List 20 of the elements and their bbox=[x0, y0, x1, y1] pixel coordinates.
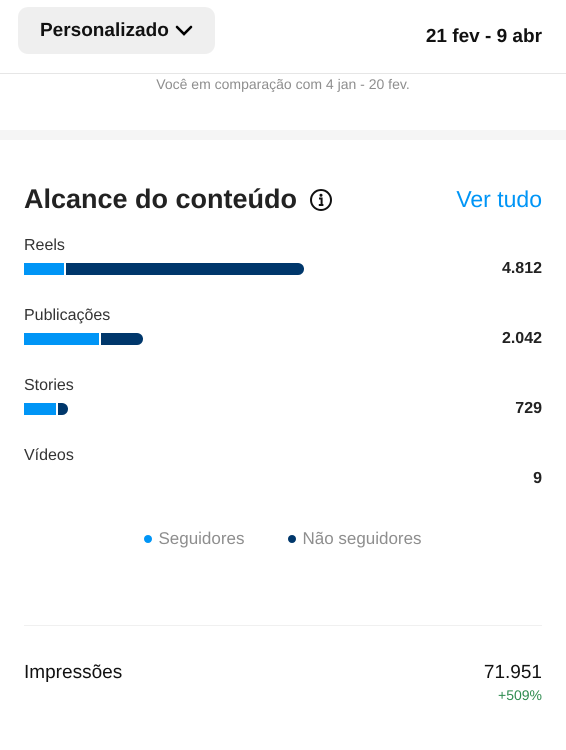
stacked-bar bbox=[24, 403, 68, 415]
content-type-label: Stories bbox=[24, 377, 75, 395]
date-range: 21 fev - 9 abr bbox=[426, 26, 542, 48]
content-type-label: Publicações bbox=[24, 307, 112, 325]
reach-value: 9 bbox=[533, 470, 542, 488]
reach-value: 729 bbox=[515, 400, 542, 418]
reach-value: 2.042 bbox=[502, 330, 542, 348]
change-percent: +509% bbox=[498, 687, 542, 703]
comparison-note: Você em comparação com 4 jan - 20 fev. bbox=[155, 76, 411, 94]
impressions-value: 71.951 bbox=[484, 662, 542, 684]
reach-value: 4.812 bbox=[502, 260, 542, 278]
legend-label: Seguidores bbox=[158, 529, 244, 549]
info-icon[interactable] bbox=[309, 188, 334, 212]
section-title: Alcance do conteúdo bbox=[24, 184, 298, 215]
legend-label: Não seguidores bbox=[302, 529, 422, 549]
impressions-label: Impressões bbox=[24, 662, 122, 685]
chevron-down-icon bbox=[174, 24, 193, 36]
content-type-label: Reels bbox=[24, 237, 66, 255]
content-type-label: Vídeos bbox=[24, 447, 75, 465]
period-dropdown[interactable]: Personalizado bbox=[18, 7, 215, 54]
